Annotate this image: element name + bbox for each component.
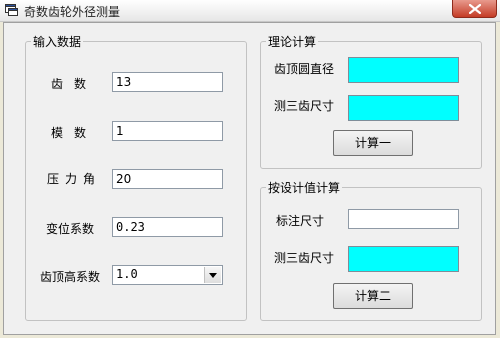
calc-two-button[interactable]: 计算二 — [333, 283, 413, 309]
chevron-down-icon — [209, 273, 217, 278]
pressure-angle-label: 压力角 — [47, 172, 102, 186]
title-bar: 奇数齿轮外径测量 — [0, 0, 500, 22]
addendum-coef-value: 1.0 — [116, 267, 138, 281]
main-window: 奇数齿轮外径测量 输入数据 齿数 13 模数 1 压力角 20 变位系数 0.2… — [0, 0, 500, 338]
window-title: 奇数齿轮外径测量 — [24, 5, 121, 19]
window-app-icon — [5, 4, 18, 16]
nominal-size-label: 标注尺寸 — [276, 214, 325, 228]
nominal-size-input[interactable] — [348, 209, 459, 229]
tip-diameter-label: 齿顶圆直径 — [274, 62, 335, 76]
input-group-title: 输入数据 — [33, 35, 82, 49]
shift-coef-input[interactable]: 0.23 — [112, 217, 223, 237]
tip-diameter-result — [348, 57, 459, 83]
calc-one-button[interactable]: 计算一 — [333, 130, 413, 156]
client-area: 输入数据 齿数 13 模数 1 压力角 20 变位系数 0.23 齿顶高系数 1… — [3, 22, 496, 335]
teeth-input[interactable]: 13 — [112, 72, 223, 92]
close-button[interactable] — [452, 0, 497, 18]
theory-three-tooth-result — [348, 95, 459, 121]
design-three-tooth-label: 测三齿尺寸 — [274, 251, 335, 265]
design-group-title: 按设计值计算 — [268, 181, 341, 195]
teeth-label: 齿数 — [51, 77, 98, 91]
addendum-coef-label: 齿顶高系数 — [40, 270, 101, 284]
module-label: 模数 — [51, 126, 98, 140]
dropdown-button[interactable] — [204, 267, 221, 283]
addendum-coef-select[interactable]: 1.0 — [112, 265, 223, 285]
design-three-tooth-result — [348, 246, 459, 272]
shift-coef-label: 变位系数 — [46, 222, 95, 236]
pressure-angle-input[interactable]: 20 — [112, 169, 223, 189]
theory-three-tooth-label: 测三齿尺寸 — [274, 99, 335, 113]
theory-group-title: 理论计算 — [268, 35, 317, 49]
module-input[interactable]: 1 — [112, 121, 223, 141]
close-icon — [469, 4, 481, 14]
